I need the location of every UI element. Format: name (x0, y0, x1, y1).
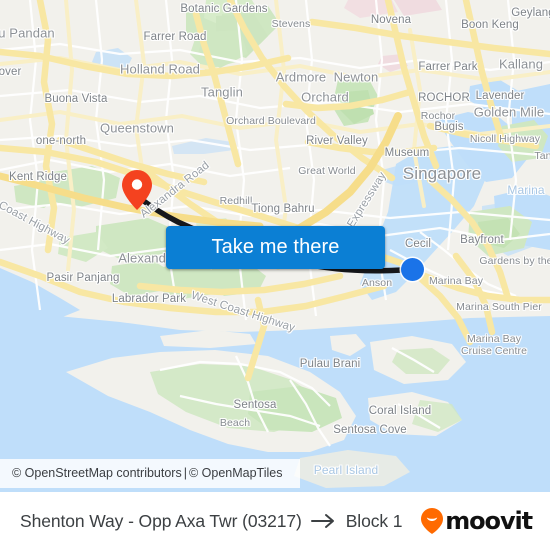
route-summary: Shenton Way - Opp Axa Twr (03217) Block … (20, 510, 403, 532)
attribution-separator: | (183, 466, 187, 480)
moovit-map-screen: Botanic Gardens Stevens Novena Boon Keng Gey… (0, 0, 550, 550)
attribution-osm[interactable]: © OpenStreetMap contributors (12, 466, 182, 480)
map-pin-icon (122, 170, 152, 210)
map-canvas[interactable]: Botanic Gardens Stevens Novena Boon Keng Gey… (0, 0, 550, 492)
arrow-right-icon (310, 514, 334, 528)
map-attribution: © OpenStreetMap contributors | © OpenMapTi… (0, 459, 300, 488)
moovit-wordmark: moovit (445, 507, 533, 535)
moovit-logo[interactable]: moovit (421, 507, 533, 535)
moovit-pin-smiley-icon (421, 508, 444, 534)
take-me-there-button[interactable]: Take me there (166, 226, 385, 269)
destination-dot-marker[interactable] (401, 258, 424, 281)
origin-pin-marker[interactable] (122, 170, 152, 210)
attribution-openmaptiles[interactable]: © OpenMapTiles (189, 466, 283, 480)
route-destination-label: Block 1 (345, 510, 403, 531)
route-origin-label: Shenton Way - Opp Axa Twr (03217) (20, 510, 302, 531)
footer-bar: Shenton Way - Opp Axa Twr (03217) Block … (0, 492, 550, 550)
